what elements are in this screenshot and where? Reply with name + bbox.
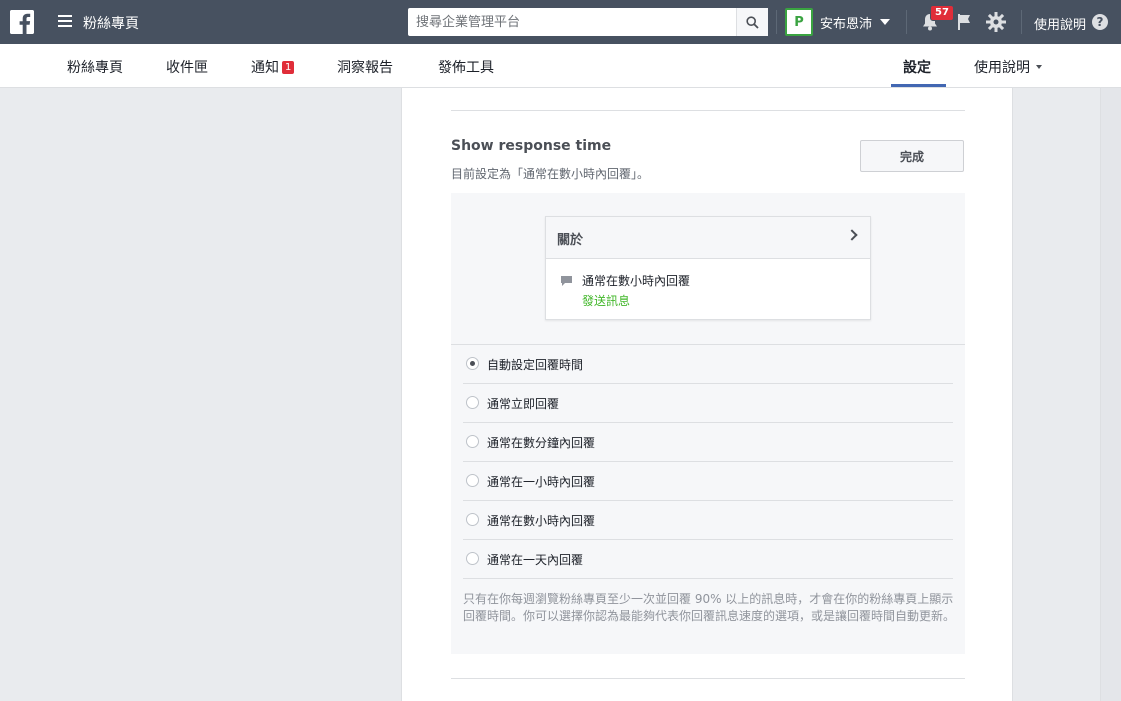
- preview-header-label: 關於: [557, 233, 584, 248]
- response-time-editor: 關於 通常在數小時內回覆 發送訊息 自動設定回覆時間 通常立即回覆 通常在數分鐘…: [451, 193, 965, 654]
- radio-label: 通常在數分鐘內回覆: [487, 436, 596, 450]
- radio-label: 通常在一天內回覆: [487, 553, 584, 567]
- radio-option-day[interactable]: 通常在一天內回覆: [463, 540, 953, 579]
- radio-button[interactable]: [466, 435, 479, 448]
- radio-button[interactable]: [466, 474, 479, 487]
- done-button[interactable]: 完成: [860, 140, 964, 172]
- radio-option-instant[interactable]: 通常立即回覆: [463, 384, 953, 423]
- search-input[interactable]: [408, 8, 736, 36]
- section-subtitle: 目前設定為「通常在數小時內回覆」。: [451, 167, 650, 181]
- active-tab-indicator: [891, 84, 946, 87]
- gear-icon[interactable]: [984, 10, 1008, 34]
- flag-icon[interactable]: [952, 10, 976, 34]
- tab-page[interactable]: 粉絲專頁: [67, 57, 123, 77]
- help-link[interactable]: 使用說明: [1034, 14, 1086, 33]
- tab-help[interactable]: 使用說明: [974, 57, 1042, 77]
- preview-send-message: 發送訊息: [582, 294, 631, 308]
- radio-button[interactable]: [466, 396, 479, 409]
- divider: [1021, 10, 1022, 34]
- profile-switcher[interactable]: P 安布恩沛: [785, 8, 891, 36]
- search-box: [408, 8, 768, 36]
- chevron-right-icon: [846, 229, 858, 241]
- response-time-options: 自動設定回覆時間 通常立即回覆 通常在數分鐘內回覆 通常在一小時內回覆 通常在數…: [463, 345, 953, 579]
- tab-notifications-badge: 1: [282, 61, 295, 74]
- caret-down-icon: [1036, 65, 1042, 69]
- radio-label: 自動設定回覆時間: [487, 358, 584, 372]
- radio-option-auto[interactable]: 自動設定回覆時間: [463, 345, 953, 384]
- chevron-down-icon: [880, 19, 891, 25]
- tab-publishing-tools[interactable]: 發佈工具: [438, 57, 494, 77]
- message-bubble-icon: [561, 276, 572, 286]
- radio-option-minutes[interactable]: 通常在數分鐘內回覆: [463, 423, 953, 462]
- divider: [451, 678, 965, 679]
- preview-header: 關於: [546, 217, 870, 259]
- divider: [906, 10, 907, 34]
- preview-response-text: 通常在數小時內回覆: [582, 274, 691, 288]
- tab-settings[interactable]: 設定: [903, 57, 931, 77]
- tab-help-label: 使用說明: [974, 60, 1030, 76]
- radio-label: 通常在數小時內回覆: [487, 514, 596, 528]
- facebook-logo-icon[interactable]: [10, 10, 34, 34]
- settings-panel: Show response time 目前設定為「通常在數小時內回覆」。 完成 …: [401, 88, 1013, 701]
- app-title[interactable]: 粉絲專頁: [83, 13, 139, 33]
- top-bar: 粉絲專頁 P 安布恩沛 57: [0, 0, 1121, 44]
- tab-inbox[interactable]: 收件匣: [166, 57, 208, 77]
- tab-insights[interactable]: 洞察報告: [337, 57, 393, 77]
- radio-option-hour[interactable]: 通常在一小時內回覆: [463, 462, 953, 501]
- scrollbar-track[interactable]: [1100, 88, 1121, 701]
- divider: [776, 10, 777, 34]
- page-nav: 粉絲專頁 收件匣 通知 1 洞察報告 發佈工具 設定 使用說明: [0, 44, 1121, 88]
- notification-badge: 57: [930, 5, 954, 21]
- radio-button[interactable]: [466, 357, 479, 370]
- tab-notifications[interactable]: 通知 1: [251, 57, 295, 77]
- help-icon[interactable]: ?: [1092, 14, 1108, 30]
- search-button[interactable]: [736, 8, 768, 36]
- help-note: 只有在你每週瀏覽粉絲專頁至少一次並回覆 90% 以上的訊息時，才會在你的粉絲專頁…: [463, 592, 956, 623]
- radio-button[interactable]: [466, 513, 479, 526]
- search-icon: [746, 15, 759, 29]
- radio-option-hours[interactable]: 通常在數小時內回覆: [463, 501, 953, 540]
- preview-card: 關於 通常在數小時內回覆 發送訊息: [545, 216, 871, 320]
- radio-button[interactable]: [466, 552, 479, 565]
- profile-name: 安布恩沛: [820, 16, 873, 32]
- tab-notifications-label: 通知: [251, 60, 279, 76]
- radio-label: 通常在一小時內回覆: [487, 475, 596, 489]
- menu-icon[interactable]: [58, 15, 72, 29]
- radio-label: 通常立即回覆: [487, 397, 560, 411]
- avatar: P: [785, 8, 813, 36]
- divider: [451, 110, 965, 111]
- section-title: Show response time: [451, 138, 612, 154]
